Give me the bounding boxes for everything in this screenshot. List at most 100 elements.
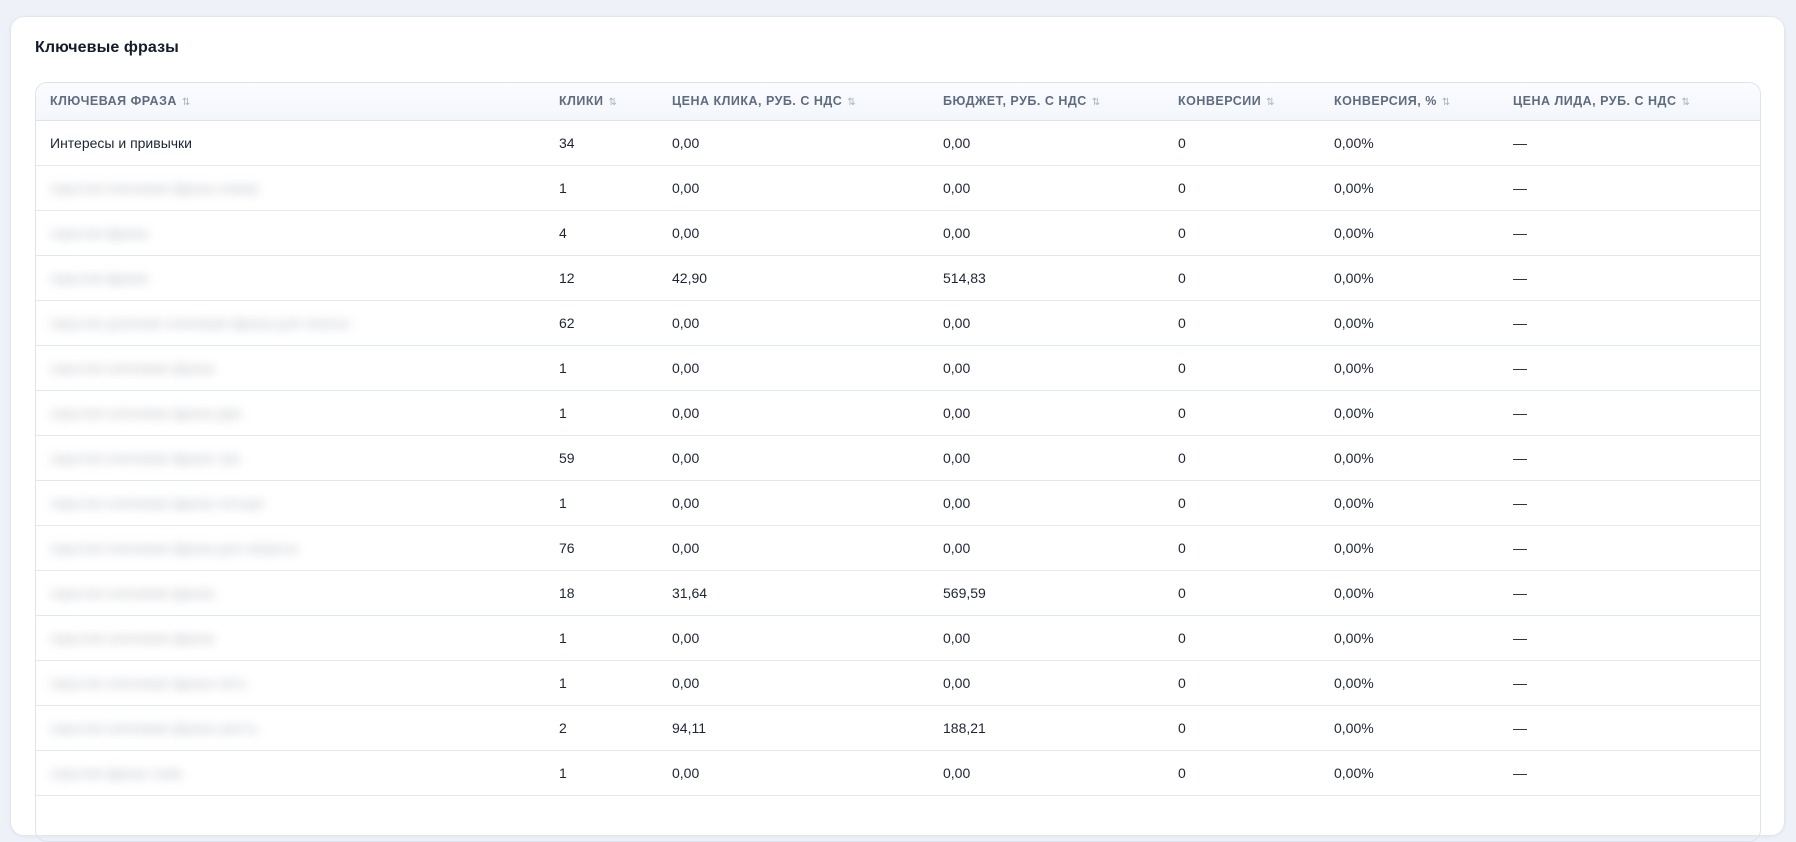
column-header-conversion-rate[interactable]: КОНВЕРСИЯ, % ⇅ [1320, 83, 1499, 121]
cell-cpc: 0,00 [658, 345, 929, 391]
cell-budget: 0,00 [929, 750, 1164, 796]
cell-phrase: скрытая ключевая фраза [36, 615, 545, 661]
column-header-label: ЦЕНА КЛИКА, РУБ. С НДС [672, 94, 843, 109]
cell-cpc-text: 0,00 [672, 359, 700, 376]
column-header-lead-price[interactable]: ЦЕНА ЛИДА, РУБ. С НДС ⇅ [1499, 83, 1760, 121]
cell-lead-price: — [1499, 300, 1760, 346]
cell-conversions-text: 0 [1178, 584, 1186, 601]
cell-cpc-text: 0,00 [672, 494, 700, 511]
cell-budget: 0,00 [929, 480, 1164, 526]
cell-conversion-rate: 0,00% [1320, 480, 1499, 526]
cell-phrase-text: Интересы и привычки [50, 134, 192, 151]
cell-lead-price: — [1499, 345, 1760, 391]
cell-conversion-rate-text: 0,00% [1334, 269, 1374, 286]
cell-lead-price: — [1499, 660, 1760, 706]
column-header-conversions[interactable]: КОНВЕРСИИ ⇅ [1164, 83, 1320, 121]
cell-conversions: 0 [1164, 255, 1320, 301]
cell-budget: 0,00 [929, 120, 1164, 166]
cell-cpc-text: 0,00 [672, 224, 700, 241]
cell-budget-text: 0,00 [943, 179, 971, 196]
cell-lead-price: — [1499, 750, 1760, 796]
table-row: скрытая фраза 4 0,00 0,00 0 0,00% — [36, 210, 1760, 256]
cell-clicks: 12 [545, 255, 658, 301]
cell-clicks-text: 12 [559, 269, 575, 286]
cell-conversion-rate: 0,00% [1320, 120, 1499, 166]
cell-clicks-text: 2 [559, 719, 567, 736]
cell-phrase-text: скрытая фраза [50, 224, 148, 241]
column-header-budget[interactable]: БЮДЖЕТ, РУБ. С НДС ⇅ [929, 83, 1164, 121]
cell-conversion-rate-text: 0,00% [1334, 494, 1374, 511]
column-header-cpc[interactable]: ЦЕНА КЛИКА, РУБ. С НДС ⇅ [658, 83, 929, 121]
cell-clicks: 4 [545, 210, 658, 256]
cell-conversions-text: 0 [1178, 494, 1186, 511]
cell-conversions: 0 [1164, 345, 1320, 391]
cell-lead-price: — [1499, 255, 1760, 301]
cell-clicks: 34 [545, 120, 658, 166]
cell-budget-text: 0,00 [943, 404, 971, 421]
table-header: КЛЮЧЕВАЯ ФРАЗА ⇅ КЛИКИ ⇅ ЦЕНА КЛИКА, РУБ. … [36, 83, 1760, 121]
cell-conversion-rate-text: 0,00% [1334, 584, 1374, 601]
cell-phrase: скрытая ключевая фраза [36, 570, 545, 616]
cell-clicks-text: 59 [559, 449, 575, 466]
cell-lead-price: — [1499, 165, 1760, 211]
column-header-label: КОНВЕРСИЯ, % [1334, 94, 1437, 109]
cell-cpc: 0,00 [658, 525, 929, 571]
cell-lead-price-text: — [1513, 269, 1527, 286]
column-header-phrase[interactable]: КЛЮЧЕВАЯ ФРАЗА ⇅ [36, 83, 545, 121]
cell-conversions-text: 0 [1178, 764, 1186, 781]
table-row: скрытая ключевая фраза 1 0,00 0,00 0 0,00% — [36, 345, 1760, 391]
sort-icon[interactable]: ⇅ [1092, 97, 1100, 108]
cell-clicks-text: 62 [559, 314, 575, 331]
cell-budget: 0,00 [929, 615, 1164, 661]
cell-conversions: 0 [1164, 210, 1320, 256]
cell-clicks-text: 1 [559, 404, 567, 421]
cell-conversion-rate-text: 0,00% [1334, 629, 1374, 646]
cell-lead-price-text: — [1513, 314, 1527, 331]
cell-conversion-rate-text: 0,00% [1334, 764, 1374, 781]
cell-budget: 0,00 [929, 210, 1164, 256]
cell-conversion-rate: 0,00% [1320, 345, 1499, 391]
cell-conversions-text: 0 [1178, 539, 1186, 556]
cell-lead-price: — [1499, 525, 1760, 571]
cell-lead-price: — [1499, 435, 1760, 481]
table-row: скрытая ключевая фраза шесть 2 94,11 188,21… [36, 705, 1760, 751]
keywords-card: Ключевые фразы КЛЮЧЕВАЯ ФРАЗА ⇅ КЛИКИ ⇅ ЦЕ… [10, 16, 1785, 842]
table-row: скрытая ключевая фраза пять 1 0,00 0,00 0 0,0… [36, 660, 1760, 706]
column-header-label: ЦЕНА ЛИДА, РУБ. С НДС [1513, 94, 1677, 109]
cell-conversion-rate: 0,00% [1320, 705, 1499, 751]
cell-clicks-text: 34 [559, 134, 575, 151]
cell-budget-text: 0,00 [943, 629, 971, 646]
cell-conversions-text: 0 [1178, 224, 1186, 241]
table-row: скрытая ключевая фраза четыре 1 0,00 0,00 0 0… [36, 480, 1760, 526]
sort-icon[interactable]: ⇅ [847, 97, 855, 108]
cell-clicks: 2 [545, 705, 658, 751]
cell-budget-text: 569,59 [943, 584, 986, 601]
cell-conversions: 0 [1164, 300, 1320, 346]
cell-conversions-text: 0 [1178, 629, 1186, 646]
cell-conversions-text: 0 [1178, 449, 1186, 466]
sort-icon[interactable]: ⇅ [1266, 97, 1274, 108]
sort-icon[interactable]: ⇅ [182, 97, 190, 108]
cell-clicks: 1 [545, 660, 658, 706]
sort-icon[interactable]: ⇅ [1681, 97, 1689, 108]
cell-budget-text: 514,83 [943, 269, 986, 286]
cell-phrase: скрытая фраза семь [36, 750, 545, 796]
column-header-clicks[interactable]: КЛИКИ ⇅ [545, 83, 658, 121]
table-row: скрытая ключевая фраза 18 31,64 569,59 0 0,00… [36, 570, 1760, 616]
cell-clicks-text: 18 [559, 584, 575, 601]
cell-budget-text: 0,00 [943, 674, 971, 691]
cell-clicks: 18 [545, 570, 658, 616]
cell-lead-price-text: — [1513, 674, 1527, 691]
sort-icon[interactable]: ⇅ [609, 97, 617, 108]
cell-phrase: скрытая ключевая фраза для запроса [36, 525, 545, 571]
cell-budget: 188,21 [929, 705, 1164, 751]
cell-budget: 0,00 [929, 390, 1164, 436]
cell-conversion-rate: 0,00% [1320, 570, 1499, 616]
sort-icon[interactable]: ⇅ [1442, 97, 1450, 108]
cell-budget: 0,00 [929, 345, 1164, 391]
cell-conversions: 0 [1164, 525, 1320, 571]
cell-cpc-text: 0,00 [672, 764, 700, 781]
cell-phrase: скрытая ключевая фраза два [36, 390, 545, 436]
table-body: Интересы и привычки 34 0,00 0,00 0 0,00% — скры… [36, 120, 1760, 796]
cell-phrase-text: скрытая ключевая фраза [50, 629, 214, 646]
